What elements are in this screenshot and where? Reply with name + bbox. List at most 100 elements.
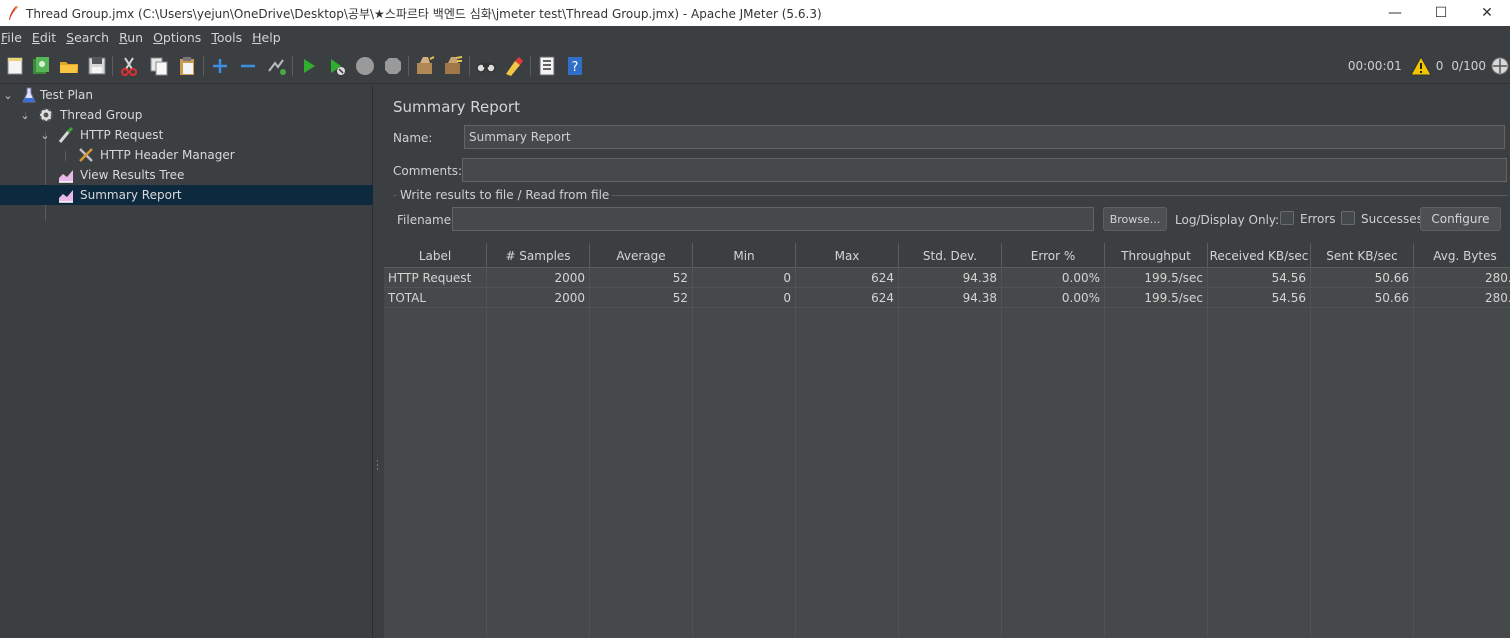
successes-checkbox[interactable] — [1341, 211, 1355, 225]
name-input[interactable]: Summary Report — [464, 125, 1505, 149]
errors-checkbox[interactable] — [1280, 211, 1294, 225]
comments-label: Comments: — [393, 164, 463, 178]
column-header-std-dev[interactable]: Std. Dev. — [899, 243, 1002, 268]
column-header-max[interactable]: Max — [796, 243, 899, 268]
column-divider — [692, 268, 693, 638]
column-divider — [1413, 268, 1414, 638]
new-document-icon[interactable] — [4, 55, 26, 77]
chart-icon — [59, 190, 73, 203]
clear-all-icon[interactable] — [442, 55, 464, 77]
tree-item-view-results-tree[interactable]: View Results Tree — [0, 165, 373, 185]
filename-input[interactable] — [452, 207, 1094, 231]
help-icon[interactable]: ? — [564, 55, 586, 77]
column-divider — [898, 268, 899, 638]
menu-options[interactable]: Options — [152, 30, 209, 45]
cut-icon[interactable] — [118, 55, 140, 77]
tree-item-label: View Results Tree — [80, 168, 185, 182]
cell-average: 52 — [590, 268, 693, 288]
cell-samples: 2000 — [487, 288, 590, 308]
search-binoculars-icon[interactable] — [475, 55, 497, 77]
clear-icon[interactable] — [414, 55, 436, 77]
cell-avg-bytes: 280.0 — [1414, 268, 1510, 288]
chevron-down-icon[interactable]: ⌄ — [19, 109, 31, 122]
cell-samples: 2000 — [487, 268, 590, 288]
panel-title: Summary Report — [393, 98, 520, 116]
jmeter-feather-icon — [9, 6, 18, 20]
toolbar-separator — [203, 56, 204, 76]
chevron-down-icon[interactable]: ⌄ — [2, 89, 14, 102]
tree-item-label: Summary Report — [80, 188, 182, 202]
column-header-avg-bytes[interactable]: Avg. Bytes — [1414, 243, 1510, 268]
reset-search-icon[interactable] — [503, 55, 525, 77]
start-icon[interactable] — [298, 55, 320, 77]
summary-table: Label # Samples Average Min Max Std. Dev… — [384, 243, 1510, 638]
table-header: Label # Samples Average Min Max Std. Dev… — [384, 243, 1510, 268]
table-row[interactable]: HTTP Request 2000 52 0 624 94.38 0.00% 1… — [384, 268, 1510, 288]
comments-input[interactable] — [462, 158, 1507, 182]
save-icon[interactable] — [86, 55, 108, 77]
tree-item-thread-group[interactable]: ⌄ Thread Group — [0, 105, 373, 125]
column-header-samples[interactable]: # Samples — [487, 243, 590, 268]
successes-label: Successes — [1361, 212, 1423, 226]
tree-item-http-request[interactable]: ⌄ HTTP Request — [0, 125, 373, 145]
shutdown-icon[interactable] — [382, 55, 404, 77]
configure-button[interactable]: Configure — [1420, 207, 1501, 231]
warning-count: 0 — [1435, 59, 1444, 73]
cell-avg-bytes-value: 280.0 — [1485, 291, 1510, 305]
column-divider — [1310, 268, 1311, 638]
toolbar-separator — [530, 56, 531, 76]
table-row[interactable]: TOTAL 2000 52 0 624 94.38 0.00% 199.5/se… — [384, 288, 1510, 308]
menu-search[interactable]: Search — [65, 30, 117, 45]
browse-button[interactable]: Browse... — [1103, 207, 1167, 231]
warning-icon[interactable] — [1409, 56, 1432, 76]
close-button[interactable]: ✕ — [1464, 0, 1510, 26]
column-header-sent-kb[interactable]: Sent KB/sec — [1311, 243, 1414, 268]
column-header-average[interactable]: Average — [590, 243, 693, 268]
cell-max: 624 — [796, 268, 899, 288]
menu-help[interactable]: Help — [251, 30, 289, 45]
column-header-min[interactable]: Min — [693, 243, 796, 268]
copy-icon[interactable] — [148, 55, 170, 77]
menu-run[interactable]: Run — [118, 30, 151, 45]
menu-edit[interactable]: Edit — [31, 30, 64, 45]
tree-item-summary-report[interactable]: Summary Report — [0, 185, 373, 205]
pane-splitter[interactable] — [374, 85, 382, 638]
column-divider — [589, 268, 590, 638]
toolbar-separator — [292, 56, 293, 76]
templates-icon[interactable] — [30, 55, 52, 77]
cell-sent-kb: 50.66 — [1311, 268, 1414, 288]
paste-icon[interactable] — [176, 55, 198, 77]
toggle-icon[interactable] — [265, 55, 287, 77]
cell-avg-bytes-value: 280.0 — [1485, 271, 1510, 285]
expand-all-icon[interactable] — [209, 55, 231, 77]
chevron-down-icon[interactable]: ⌄ — [39, 129, 51, 142]
minimize-button[interactable]: — — [1372, 0, 1418, 26]
column-header-label[interactable]: Label — [384, 243, 487, 268]
cell-std-dev: 94.38 — [899, 288, 1002, 308]
menu-file[interactable]: File — [0, 30, 30, 45]
elapsed-timer: 00:00:01 — [1347, 59, 1402, 73]
start-no-pauses-icon[interactable] — [326, 55, 348, 77]
cell-min: 0 — [693, 268, 796, 288]
filename-label: Filename — [397, 213, 452, 227]
tree-item-test-plan[interactable]: ⌄ Test Plan — [0, 85, 373, 105]
splitter-grip-icon[interactable]: · · · — [376, 458, 380, 475]
toolbar-separator — [469, 56, 470, 76]
cell-error-pct: 0.00% — [1002, 288, 1105, 308]
stop-icon[interactable] — [354, 55, 376, 77]
column-header-received-kb[interactable]: Received KB/sec — [1208, 243, 1311, 268]
cell-received-kb: 54.56 — [1208, 268, 1311, 288]
function-helper-icon[interactable] — [536, 55, 558, 77]
open-folder-icon[interactable] — [58, 55, 80, 77]
tools-icon — [79, 148, 93, 162]
maximize-button[interactable]: ☐ — [1418, 0, 1464, 26]
collapse-all-icon[interactable] — [237, 55, 259, 77]
run-status-area: 00:00:01 0 0/100 — [1348, 48, 1510, 84]
svg-text:?: ? — [572, 60, 579, 75]
tree-item-http-header-manager[interactable]: HTTP Header Manager — [0, 145, 373, 165]
column-header-throughput[interactable]: Throughput — [1105, 243, 1208, 268]
errors-label: Errors — [1300, 212, 1336, 226]
column-header-error-pct[interactable]: Error % — [1002, 243, 1105, 268]
column-divider — [1104, 268, 1105, 638]
menu-tools[interactable]: Tools — [210, 30, 250, 45]
